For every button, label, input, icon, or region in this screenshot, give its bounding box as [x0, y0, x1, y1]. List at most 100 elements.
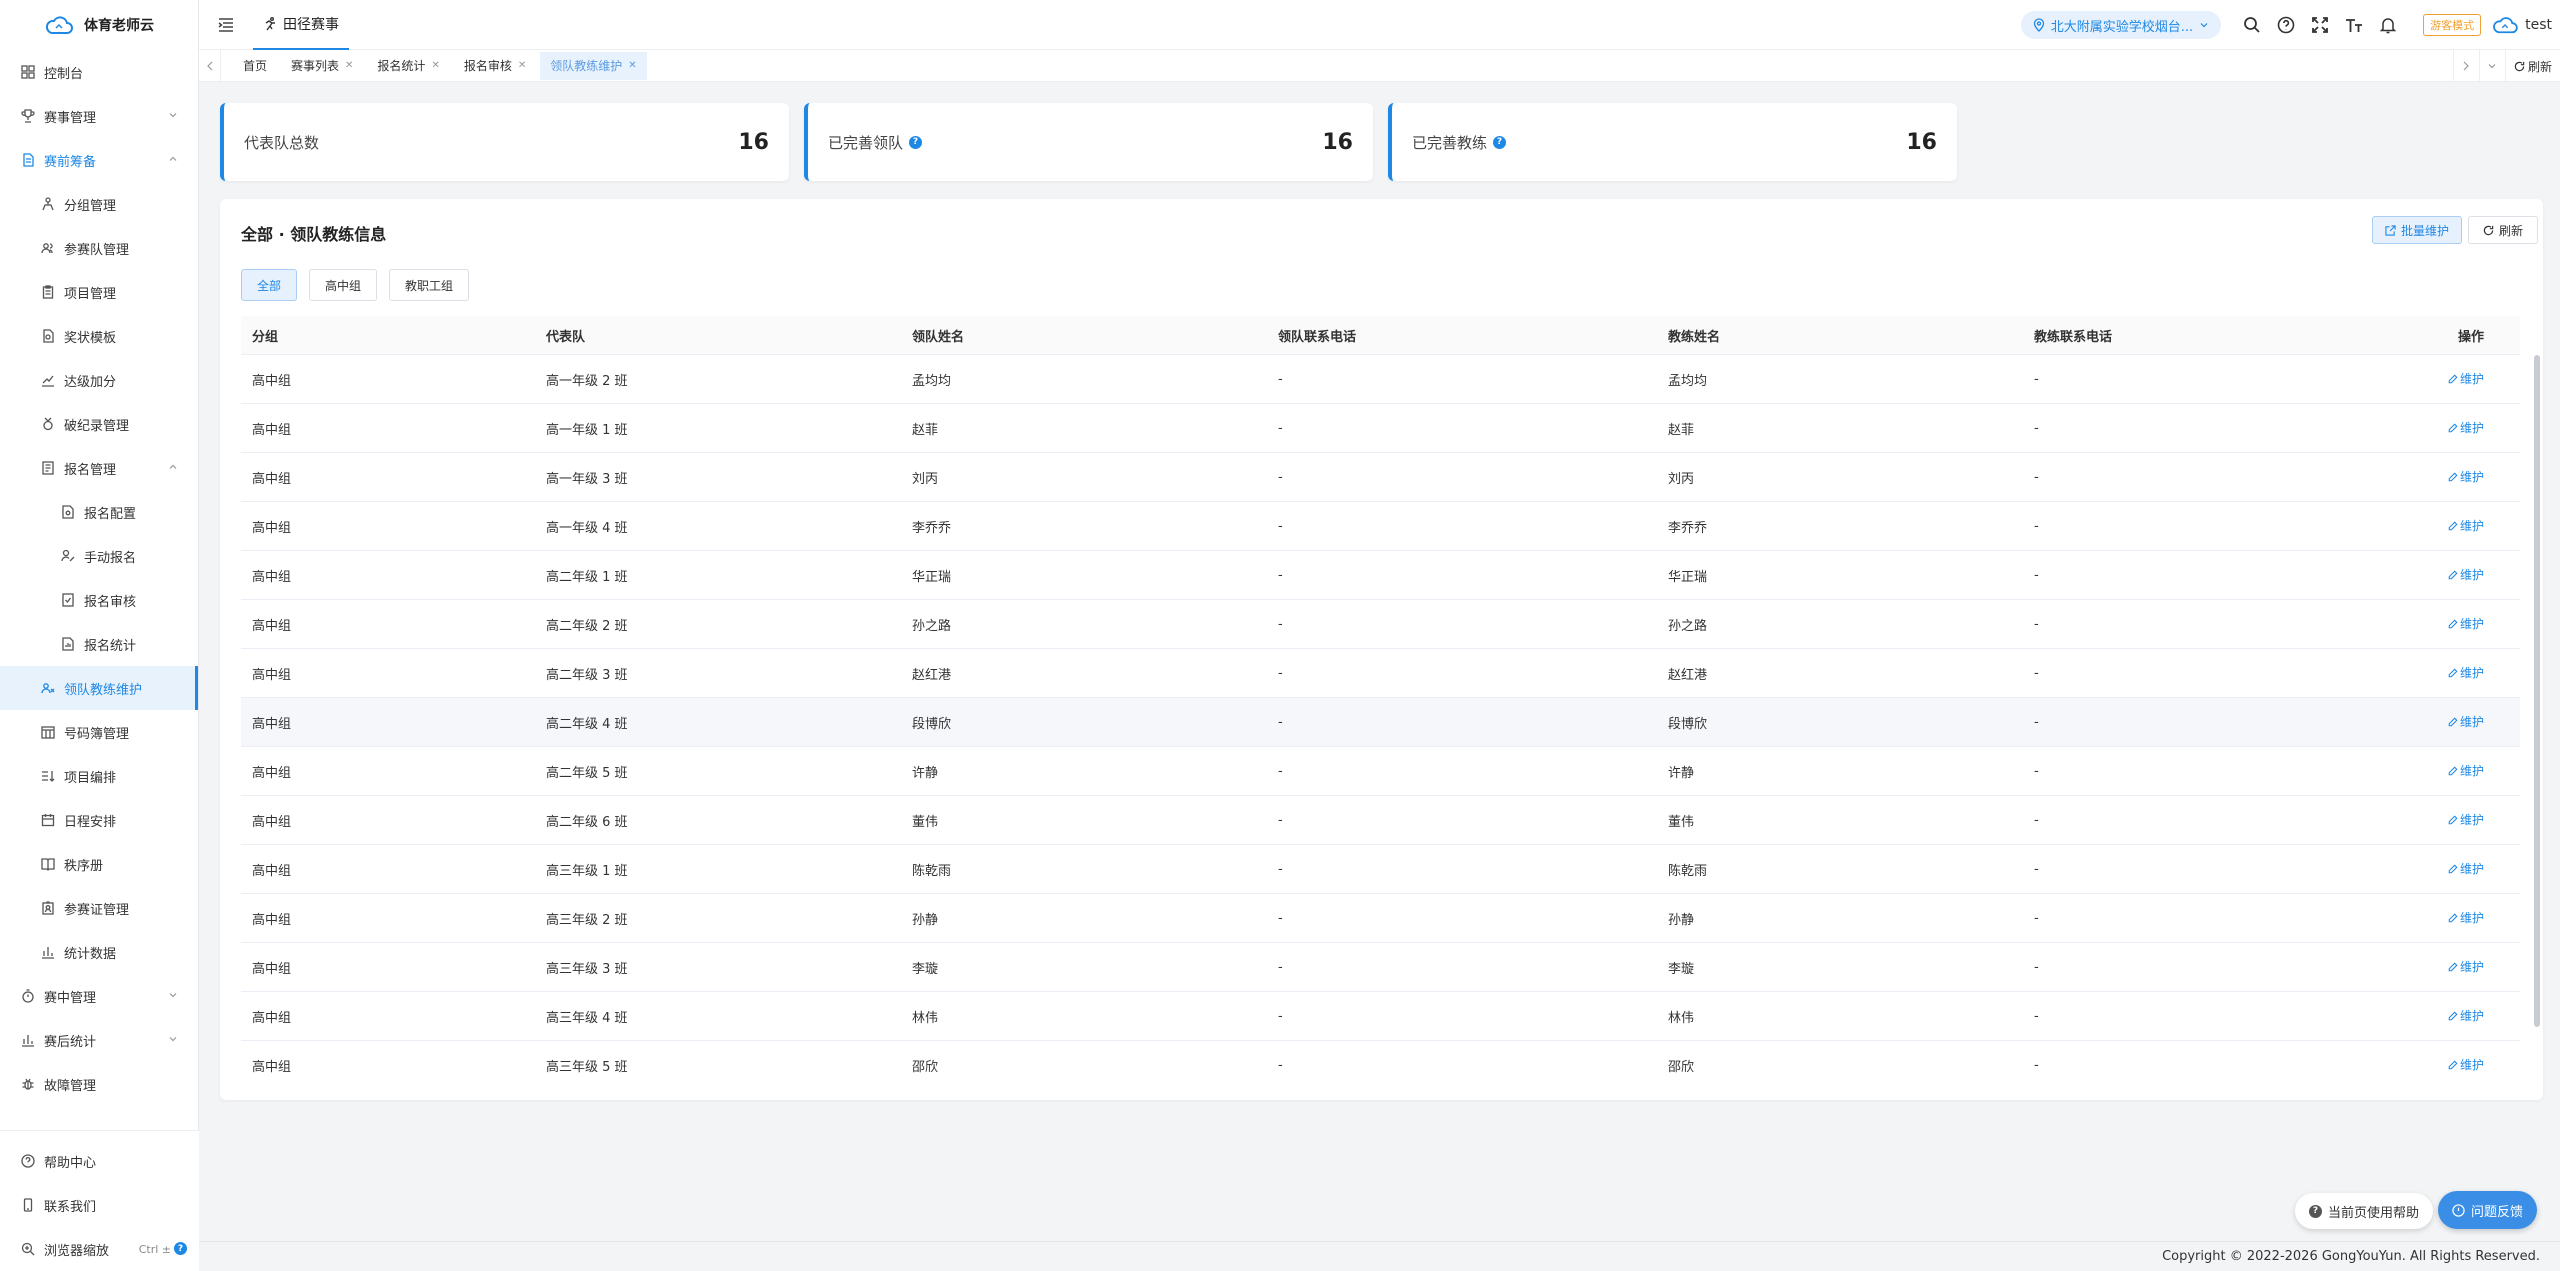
table-cell: 高二年级 3 班: [546, 667, 628, 683]
sidebar-item-level-bonus[interactable]: 达级加分: [0, 358, 198, 402]
table-row: 高中组 高三年级 3 班 李璇 - 李璇 - 维护: [241, 943, 2520, 992]
maintain-link[interactable]: 维护: [2448, 664, 2484, 681]
maintain-link[interactable]: 维护: [2448, 958, 2484, 975]
maintain-link[interactable]: 维护: [2448, 811, 2484, 828]
user-menu[interactable]: test: [2491, 15, 2552, 35]
sidebar-item-pre-event[interactable]: 赛前筹备: [0, 138, 198, 182]
sidebar-item-label: 报名审核: [84, 594, 137, 610]
maintain-link[interactable]: 维护: [2448, 615, 2484, 632]
refresh-button[interactable]: 刷新: [2467, 216, 2538, 244]
table-cell: 孟均均: [1668, 373, 1708, 389]
browser-zoom-item[interactable]: 浏览器缩放 Ctrl ± ?: [0, 1227, 199, 1271]
maintain-link[interactable]: 维护: [2448, 468, 2484, 485]
maintain-link[interactable]: 维护: [2448, 909, 2484, 926]
maintain-link[interactable]: 维护: [2448, 1056, 2484, 1073]
sidebar-item-registration-review[interactable]: 报名审核: [0, 578, 198, 622]
filter-high-school[interactable]: 高中组: [309, 269, 378, 301]
sidebar-item-bib-numbers[interactable]: 号码簿管理: [0, 710, 198, 754]
fullscreen-icon[interactable]: [2303, 8, 2337, 42]
sidebar-item-registration[interactable]: 报名管理: [0, 446, 198, 490]
maintain-link[interactable]: 维护: [2448, 566, 2484, 583]
table-cell: 孙之路: [1668, 618, 1708, 634]
tab-label: 报名统计: [377, 59, 426, 73]
close-icon[interactable]: ✕: [518, 60, 526, 71]
sidebar-item-in-event[interactable]: 赛中管理: [0, 974, 198, 1018]
maintain-link[interactable]: 维护: [2448, 860, 2484, 877]
action-cell: 维护: [2420, 615, 2520, 633]
table-scrollbar[interactable]: [2534, 355, 2540, 1027]
help-center-link[interactable]: 帮助中心: [0, 1139, 199, 1183]
maintain-link[interactable]: 维护: [2448, 419, 2484, 436]
help-icon[interactable]: [2269, 8, 2303, 42]
sidebar-item-label: 赛事管理: [44, 110, 97, 126]
table-cell: 华正瑞: [1668, 569, 1708, 585]
feedback-button[interactable]: 问题反馈: [2437, 1191, 2537, 1229]
sidebar-item-event-management[interactable]: 赛事管理: [0, 94, 198, 138]
tabs-dropdown-icon[interactable]: [2478, 50, 2505, 82]
tab-event-list[interactable]: 赛事列表 ✕: [281, 52, 363, 80]
school-selector[interactable]: 北大附属实验学校烟台...: [2020, 11, 2222, 39]
maintain-link[interactable]: 维护: [2448, 713, 2484, 730]
tab-leader-coach[interactable]: 领队教练维护 ✕: [540, 51, 647, 80]
column-header: 操作: [2457, 329, 2484, 345]
tab-registration-stats[interactable]: 报名统计 ✕: [367, 52, 449, 80]
top-bar: 田径赛事 北大附属实验学校烟台... 游客模式 test: [199, 0, 2560, 50]
scroll-left-icon[interactable]: [199, 49, 221, 82]
app-logo[interactable]: 体育老师云: [0, 0, 198, 50]
refresh-icon: [2483, 225, 2494, 236]
maintain-label: 维护: [2459, 372, 2484, 387]
sidebar-item-projects[interactable]: 项目管理: [0, 270, 198, 314]
sidebar-item-statistics[interactable]: 统计数据: [0, 930, 198, 974]
stat-label: 代表队总数: [244, 133, 320, 152]
page-help-button[interactable]: ? 当前页使用帮助: [2294, 1193, 2433, 1229]
close-icon[interactable]: ✕: [628, 60, 636, 71]
question-mark-icon[interactable]: ?: [909, 135, 923, 149]
tab-home[interactable]: 首页: [233, 52, 277, 80]
bell-icon[interactable]: [2371, 8, 2405, 42]
tab-registration-review[interactable]: 报名审核 ✕: [454, 52, 536, 80]
table-cell: -: [1278, 861, 1283, 877]
maintain-label: 维护: [2459, 764, 2484, 779]
close-icon[interactable]: ✕: [431, 60, 439, 71]
maintain-link[interactable]: 维护: [2448, 762, 2484, 779]
search-icon[interactable]: [2235, 8, 2269, 42]
sidebar-item-arrangement[interactable]: 项目编排: [0, 754, 198, 798]
sidebar-item-manual-registration[interactable]: 手动报名: [0, 534, 198, 578]
maintain-link[interactable]: 维护: [2448, 517, 2484, 534]
edit-icon: [2385, 224, 2396, 236]
sidebar-item-label: 赛后统计: [44, 1034, 97, 1050]
sidebar-item-pass-management[interactable]: 参赛证管理: [0, 886, 198, 930]
sidebar-item-certificates[interactable]: 奖状模板: [0, 314, 198, 358]
maintain-link[interactable]: 维护: [2448, 1007, 2484, 1024]
sidebar-item-schedule[interactable]: 日程安排: [0, 798, 198, 842]
sidebar-item-teams[interactable]: 参赛队管理: [0, 226, 198, 270]
sidebar-item-leader-coach[interactable]: 领队教练维护: [0, 666, 198, 710]
font-size-icon[interactable]: [2337, 8, 2371, 42]
maintain-link[interactable]: 维护: [2448, 370, 2484, 387]
table-cell: 高一年级 3 班: [546, 471, 628, 487]
refresh-tab-button[interactable]: 刷新: [2504, 50, 2560, 82]
batch-maintain-button[interactable]: 批量维护: [2371, 216, 2462, 244]
sidebar-item-records[interactable]: 破纪录管理: [0, 402, 198, 446]
filter-all[interactable]: 全部: [241, 269, 298, 301]
sidebar-item-post-event[interactable]: 赛后统计: [0, 1018, 198, 1062]
sidebar-item-group-management[interactable]: 分组管理: [0, 182, 198, 226]
sidebar-item-dashboard[interactable]: 控制台: [0, 50, 198, 94]
module-tab-track-field[interactable]: 田径赛事: [253, 0, 349, 50]
sidebar-item-registration-stats[interactable]: 报名统计: [0, 622, 198, 666]
question-mark-icon[interactable]: ?: [1493, 135, 1507, 149]
action-cell: 维护: [2420, 762, 2520, 780]
sidebar-item-label: 手动报名: [84, 550, 137, 566]
close-icon[interactable]: ✕: [345, 60, 353, 71]
contact-us-link[interactable]: 联系我们: [0, 1183, 199, 1227]
table-cell: 孙静: [912, 912, 939, 928]
sidebar-item-registration-config[interactable]: 报名配置: [0, 490, 198, 534]
menu-toggle-icon[interactable]: [213, 12, 239, 38]
info-icon[interactable]: ?: [174, 1242, 187, 1255]
sidebar-item-program-book[interactable]: 秩序册: [0, 842, 198, 886]
table-cell: 高一年级 2 班: [546, 373, 628, 389]
table-row: 高中组 高二年级 3 班 赵红港 - 赵红港 - 维护: [241, 649, 2520, 698]
sidebar-item-faults[interactable]: 故障管理: [0, 1062, 198, 1106]
filter-staff[interactable]: 教职工组: [389, 269, 470, 301]
scroll-right-icon[interactable]: [2452, 50, 2479, 82]
